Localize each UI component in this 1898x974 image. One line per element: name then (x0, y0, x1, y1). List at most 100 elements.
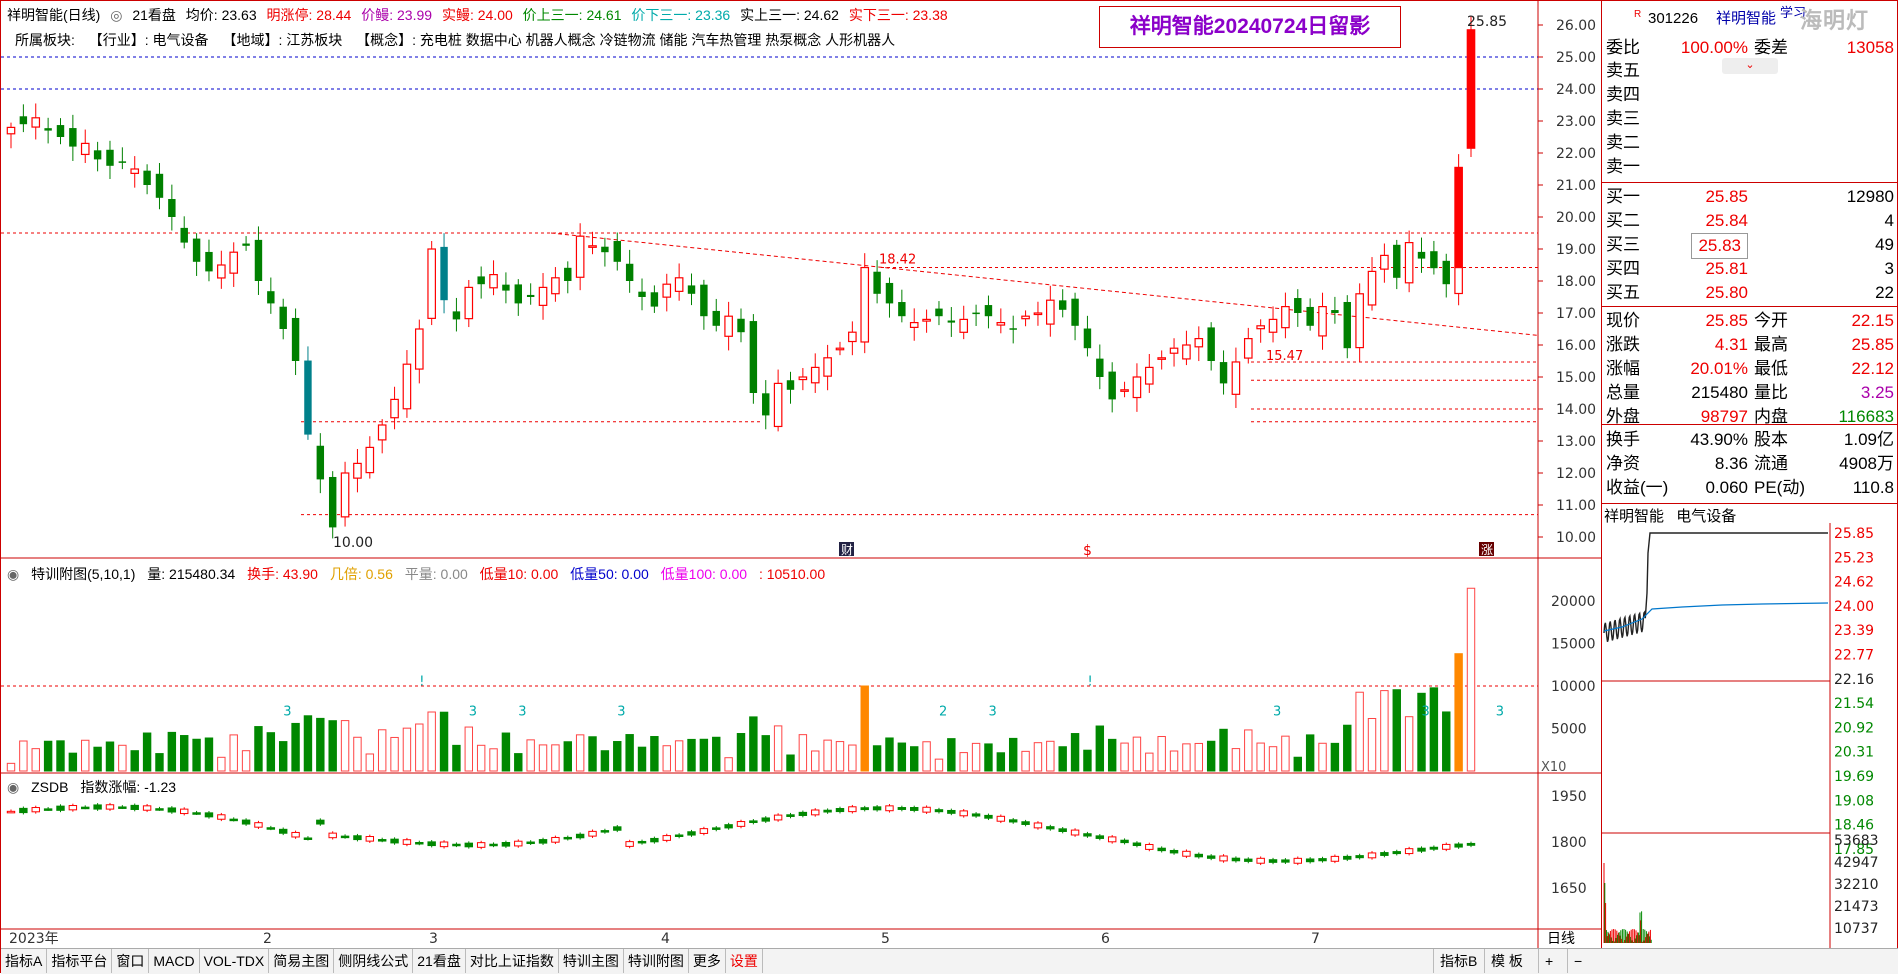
index-panel-title[interactable]: ZSDB (31, 779, 68, 795)
index-candle[interactable] (142, 805, 152, 811)
volume-bar[interactable] (377, 729, 387, 772)
volume-bar[interactable] (996, 752, 1006, 772)
volume-bar[interactable] (291, 722, 300, 772)
candle-body[interactable] (551, 277, 560, 295)
index-candle[interactable] (464, 842, 474, 848)
volume-bar[interactable] (625, 734, 634, 772)
candle-body[interactable] (31, 117, 41, 128)
index-candle[interactable] (278, 828, 288, 834)
stat-row[interactable]: 收益(一) 0.060 PE(动) 110.8 (1604, 476, 1898, 500)
period-label[interactable]: 日线 (1547, 928, 1575, 948)
gear-icon[interactable]: ◉ (7, 566, 19, 582)
index-candle[interactable] (1293, 857, 1302, 864)
volume-bar[interactable] (6, 762, 16, 772)
index-candle[interactable] (291, 831, 300, 838)
volume-bar[interactable] (872, 745, 882, 772)
vol-panel-title[interactable]: 特训附图(5,10,1) (31, 566, 135, 582)
candle-body[interactable] (885, 282, 894, 304)
candle-body[interactable] (118, 161, 127, 163)
stock-name[interactable]: 祥明智能 (1716, 7, 1776, 31)
volume-bar[interactable] (217, 756, 226, 772)
index-candle[interactable] (1219, 855, 1228, 862)
candle-body[interactable] (1331, 310, 1339, 313)
volume-bar[interactable] (489, 748, 498, 772)
index-candle[interactable] (1132, 842, 1142, 847)
index-candle[interactable] (984, 814, 993, 819)
index-candle[interactable] (1120, 839, 1129, 844)
volume-bar[interactable] (390, 736, 399, 772)
candle-body[interactable] (427, 248, 436, 319)
index-candle[interactable] (452, 843, 461, 847)
toolbar-tab[interactable]: 更多 (689, 949, 726, 973)
index-candle[interactable] (56, 805, 65, 811)
candle-body[interactable] (638, 291, 646, 297)
toolbar-tab[interactable]: 指标A (1, 949, 48, 973)
candle-body[interactable] (1194, 338, 1204, 348)
index-candle[interactable] (1305, 858, 1315, 863)
index-candle[interactable] (155, 808, 164, 811)
volume-bar[interactable] (1268, 746, 1278, 772)
index-candle[interactable] (1367, 852, 1377, 859)
volume-bar[interactable] (1355, 691, 1364, 772)
index-candle[interactable] (192, 812, 201, 815)
volume-bar[interactable] (452, 744, 461, 772)
candle-body[interactable] (1207, 327, 1215, 361)
index-candle[interactable] (1107, 836, 1117, 843)
volume-bar[interactable] (1244, 729, 1253, 772)
candle-body[interactable] (1281, 306, 1290, 329)
index-candle[interactable] (551, 836, 560, 843)
index-candle[interactable] (885, 805, 894, 812)
candle-body[interactable] (1404, 242, 1414, 284)
index-candle[interactable] (514, 840, 523, 847)
volume-bar[interactable] (353, 736, 362, 772)
candle-body[interactable] (625, 263, 634, 281)
candle-body[interactable] (1033, 312, 1043, 316)
volume-bar[interactable] (1367, 717, 1377, 772)
volume-bar[interactable] (43, 740, 53, 772)
volume-bar[interactable] (724, 757, 733, 772)
index-candle[interactable] (377, 839, 387, 842)
index-candle[interactable] (773, 814, 783, 821)
volume-bar[interactable] (105, 741, 115, 772)
volume-bar[interactable] (514, 753, 523, 772)
volume-bar[interactable] (1046, 740, 1055, 772)
toolbar-tab[interactable]: 侧阴线公式 (334, 949, 414, 973)
volume-bar[interactable] (31, 748, 40, 772)
index-candle[interactable] (526, 841, 535, 845)
volume-bar[interactable] (1466, 587, 1476, 772)
candle-body[interactable] (80, 142, 90, 156)
candle-body[interactable] (377, 424, 387, 441)
candle-body[interactable] (1318, 306, 1327, 337)
index-candle[interactable] (613, 826, 622, 831)
index-candle[interactable] (1070, 829, 1080, 836)
index-candle[interactable] (254, 822, 263, 828)
candle-body[interactable] (798, 376, 808, 381)
candle-body[interactable] (414, 328, 424, 370)
index-candle[interactable] (390, 838, 399, 844)
volume-bar[interactable] (786, 754, 795, 772)
candle-body[interactable] (291, 317, 300, 361)
volume-bar[interactable] (1380, 690, 1389, 772)
index-candle[interactable] (1466, 842, 1476, 846)
candle-body[interactable] (588, 245, 597, 248)
toolbar-tab[interactable]: 设置 (726, 949, 763, 973)
index-candle[interactable] (118, 806, 127, 809)
volume-bar[interactable] (798, 734, 808, 772)
candle-body[interactable] (996, 322, 1006, 326)
candle-body[interactable] (835, 347, 845, 351)
index-candle[interactable] (19, 807, 28, 814)
index-candle[interactable] (736, 821, 746, 827)
candle-body[interactable] (1219, 362, 1228, 384)
intraday-mini-chart[interactable]: 25.85 25.23 24.62 24.00 23.39 22.77 22.16 21.54… (1602, 523, 1898, 948)
index-candle[interactable] (1206, 855, 1216, 859)
candle-body[interactable] (1306, 306, 1314, 326)
index-candle[interactable] (43, 808, 53, 811)
volume-bar[interactable] (1281, 735, 1290, 772)
candle-body[interactable] (909, 322, 919, 328)
candle-body[interactable] (1021, 315, 1030, 320)
index-candle[interactable] (786, 814, 795, 817)
index-candle[interactable] (798, 811, 808, 816)
candle-body[interactable] (1157, 357, 1166, 360)
sell-level[interactable]: 卖一 (1604, 155, 1898, 179)
toolbar-tab[interactable]: 对比上证指数 (466, 949, 559, 973)
